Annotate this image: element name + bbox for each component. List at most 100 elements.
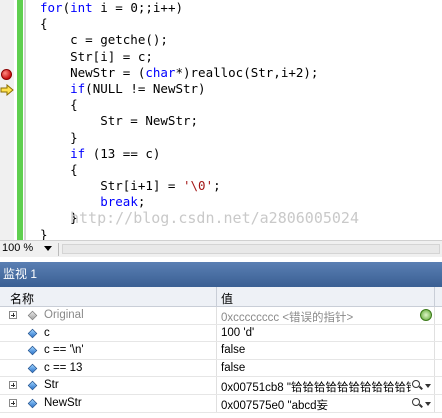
code-line[interactable]: { bbox=[40, 162, 318, 178]
watch-row[interactable]: Str 0x00751cb8 "铪铪铪铪铪铪铪铪铪铪铪 bbox=[0, 377, 442, 395]
watch-name[interactable]: c == 13 bbox=[44, 362, 82, 374]
change-tracking-bar bbox=[17, 0, 23, 240]
zoom-bar: 100 % bbox=[0, 240, 442, 257]
watch-value[interactable]: false bbox=[221, 362, 411, 374]
code-token: char bbox=[145, 64, 176, 80]
column-divider bbox=[216, 342, 217, 359]
code-line[interactable]: Str = NewStr; bbox=[40, 113, 318, 129]
breakpoint-margin[interactable] bbox=[0, 0, 14, 240]
code-token: break bbox=[100, 194, 138, 210]
watch-row[interactable]: c == '\n' false bbox=[0, 342, 442, 360]
code-token: *)realloc(Str,i+2); bbox=[175, 64, 319, 80]
divider bbox=[58, 243, 59, 256]
code-token: } bbox=[40, 129, 78, 145]
current-line-arrow-icon bbox=[0, 84, 14, 96]
variable-icon bbox=[27, 363, 38, 374]
variable-icon bbox=[27, 398, 38, 409]
column-divider[interactable] bbox=[216, 287, 217, 307]
watch-value[interactable]: 0x00751cb8 "铪铪铪铪铪铪铪铪铪铪铪 bbox=[221, 379, 411, 395]
column-divider bbox=[434, 342, 435, 359]
watch-name[interactable]: c bbox=[44, 327, 50, 339]
code-token: if bbox=[70, 145, 86, 161]
column-header-value[interactable]: 值 bbox=[221, 290, 233, 307]
column-divider bbox=[216, 307, 217, 324]
code-line[interactable]: for(int i = 0;;i++) bbox=[40, 0, 318, 16]
column-header-name[interactable]: 名称 bbox=[10, 290, 34, 307]
code-token: Str = NewStr; bbox=[40, 113, 199, 129]
expand-icon[interactable] bbox=[9, 398, 17, 407]
watch-header: 名称 值 bbox=[0, 287, 442, 307]
chevron-down-icon[interactable] bbox=[425, 384, 431, 389]
code-line[interactable]: } bbox=[40, 130, 318, 146]
breakpoint-icon[interactable] bbox=[1, 69, 12, 80]
code-line[interactable]: Str[i] = c; bbox=[40, 49, 318, 65]
code-token: { bbox=[40, 161, 78, 177]
code-line[interactable]: break; bbox=[40, 194, 318, 210]
watch-row[interactable]: Original 0xcccccccc <错误的指针> bbox=[0, 307, 442, 325]
code-line[interactable]: } bbox=[40, 227, 318, 240]
watch-name[interactable]: c == '\n' bbox=[44, 344, 84, 356]
code-token: } bbox=[40, 226, 48, 240]
code-line[interactable]: Str[i+1] = '\0'; bbox=[40, 178, 318, 194]
code-text[interactable]: for(int i = 0;;i++){ c = getche(); Str[i… bbox=[40, 0, 318, 240]
column-divider bbox=[216, 377, 217, 394]
column-divider bbox=[434, 307, 435, 324]
code-line[interactable]: } bbox=[40, 210, 318, 226]
column-divider bbox=[216, 394, 217, 412]
variable-icon bbox=[27, 328, 38, 338]
editor-separator bbox=[24, 0, 26, 240]
code-token: ; bbox=[137, 194, 146, 210]
code-token: ; bbox=[213, 178, 221, 194]
code-token: { bbox=[40, 97, 78, 113]
column-divider bbox=[216, 359, 217, 377]
code-line[interactable]: if (13 == c) bbox=[40, 146, 318, 162]
code-line[interactable]: c = getche(); bbox=[40, 32, 318, 48]
code-token: NewStr = ( bbox=[40, 64, 146, 80]
column-divider bbox=[434, 324, 435, 342]
code-token: (13 == c) bbox=[85, 145, 161, 161]
watch-row[interactable]: c == 13 false bbox=[0, 359, 442, 378]
column-divider[interactable] bbox=[434, 287, 435, 307]
watch-row[interactable]: NewStr 0x007575e0 "abcd妄 bbox=[0, 394, 442, 413]
expand-icon[interactable] bbox=[9, 311, 17, 319]
code-token: Str[i+1] = bbox=[40, 178, 183, 194]
code-line[interactable]: { bbox=[40, 97, 318, 113]
code-line[interactable]: if(NULL != NewStr) bbox=[40, 81, 318, 97]
code-line[interactable]: NewStr = (char*)realloc(Str,i+2); bbox=[40, 65, 318, 81]
column-divider bbox=[434, 377, 435, 394]
watch-panel-title: 监视 1 bbox=[0, 262, 442, 287]
watch-name[interactable]: Original bbox=[44, 309, 84, 321]
code-token: (NULL != NewStr) bbox=[85, 80, 206, 96]
refresh-icon[interactable] bbox=[420, 309, 432, 321]
code-editor[interactable]: for(int i = 0;;i++){ c = getche(); Str[i… bbox=[0, 0, 442, 240]
code-token: if bbox=[70, 80, 86, 96]
code-token: for bbox=[40, 0, 63, 15]
watch-value[interactable]: 0x007575e0 "abcd妄 bbox=[221, 397, 411, 413]
horizontal-scrollbar[interactable] bbox=[62, 244, 440, 254]
magnifier-icon[interactable] bbox=[412, 380, 420, 389]
column-divider bbox=[434, 359, 435, 377]
watch-name[interactable]: Str bbox=[44, 379, 59, 391]
column-divider bbox=[434, 394, 435, 412]
zoom-level[interactable]: 100 % bbox=[2, 242, 33, 254]
watch-rows: Original 0xcccccccc <错误的指针> c 100 'd' c == '… bbox=[0, 307, 442, 413]
code-token: i = 0;;i++) bbox=[92, 0, 183, 15]
watch-value[interactable]: 100 'd' bbox=[221, 327, 411, 339]
variable-icon bbox=[27, 381, 38, 391]
watch-value[interactable]: 0xcccccccc <错误的指针> bbox=[221, 309, 411, 325]
code-line[interactable]: { bbox=[40, 16, 318, 32]
watch-row[interactable]: c 100 'd' bbox=[0, 324, 442, 343]
column-divider bbox=[216, 324, 217, 342]
magnifier-icon[interactable] bbox=[412, 397, 420, 406]
watch-value[interactable]: false bbox=[221, 344, 411, 356]
chevron-down-icon[interactable] bbox=[44, 246, 52, 251]
chevron-down-icon[interactable] bbox=[425, 401, 431, 406]
code-token: ( bbox=[62, 0, 71, 15]
code-token: } bbox=[40, 210, 78, 226]
watch-name[interactable]: NewStr bbox=[44, 397, 82, 409]
expand-icon[interactable] bbox=[9, 381, 17, 390]
code-token: c = getche(); bbox=[40, 32, 168, 48]
